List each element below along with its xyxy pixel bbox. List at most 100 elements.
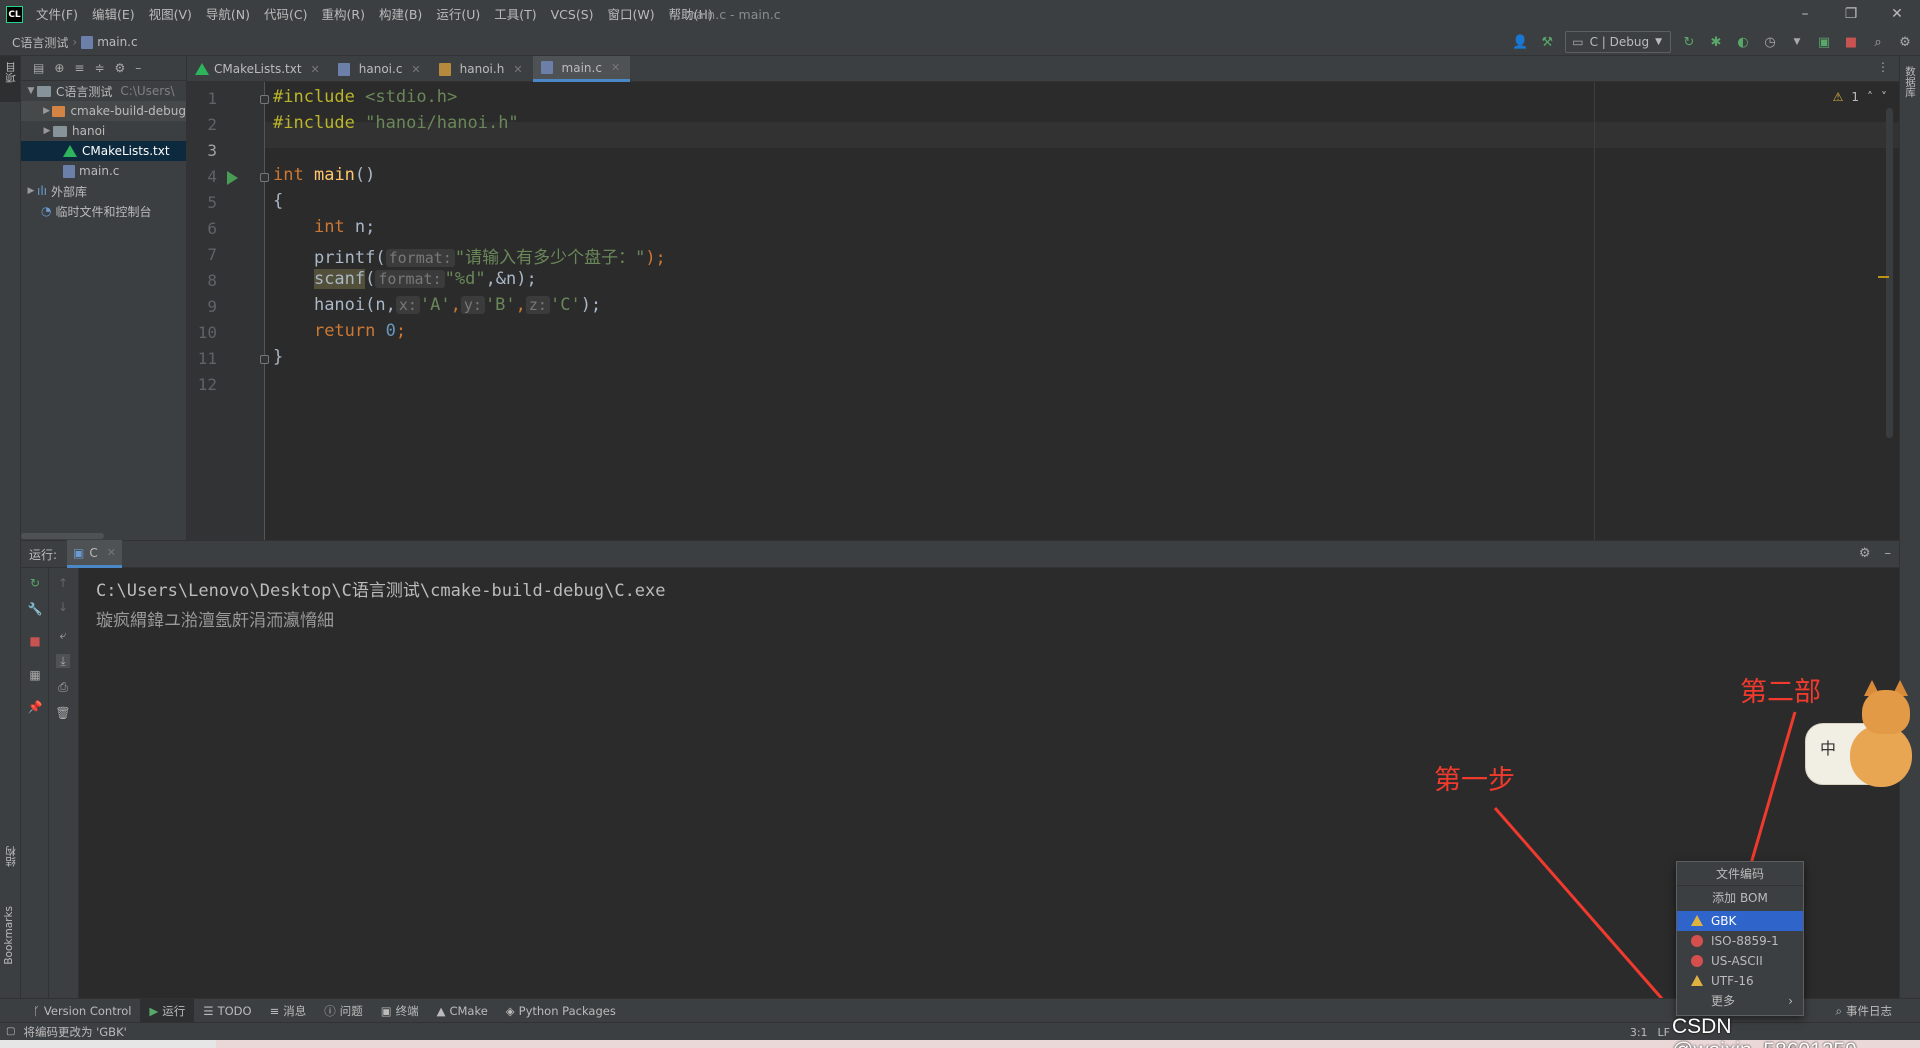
tree-item-scratches[interactable]: ◔ 临时文件和控制台 <box>21 201 186 221</box>
tree-item-cmakelists[interactable]: CMakeLists.txt <box>21 141 186 161</box>
attach-icon[interactable]: ▣ <box>1815 33 1833 51</box>
fold-marker-icon[interactable] <box>260 95 269 104</box>
search-icon[interactable]: ⌕ <box>1869 33 1887 51</box>
chevron-down-icon[interactable]: ˅ <box>1881 90 1887 104</box>
inspection-widget[interactable]: ⚠ 1 ˄ ˅ <box>1833 90 1887 104</box>
menu-edit[interactable]: 编辑(E) <box>85 0 142 29</box>
warning-stripe-marker[interactable] <box>1878 276 1889 278</box>
debug-bug-icon[interactable]: ✱ <box>1707 33 1725 51</box>
rerun-icon[interactable]: ↻ <box>28 576 42 590</box>
database-tool-label[interactable]: 数据库 <box>1903 66 1918 98</box>
run-configuration-select[interactable]: ▭ C | Debug ▼ <box>1565 31 1671 53</box>
menu-vcs[interactable]: VCS(S) <box>544 0 601 29</box>
hide-icon[interactable]: – <box>135 61 141 75</box>
chevron-right-icon[interactable]: ▶ <box>41 106 52 116</box>
close-icon[interactable]: ✕ <box>411 63 420 76</box>
menu-navigate[interactable]: 导航(N) <box>199 0 257 29</box>
encoding-option-utf-16[interactable]: UTF-16 <box>1677 971 1803 991</box>
tool-terminal[interactable]: ▣ 终端 <box>372 999 428 1023</box>
tool-run[interactable]: ▶ 运行 <box>140 998 195 1023</box>
tool-todo[interactable]: ☰ TODO <box>194 999 260 1023</box>
tab-cmakelists[interactable]: CMakeLists.txt ✕ <box>187 56 330 82</box>
menu-build[interactable]: 构建(B) <box>372 0 429 29</box>
arrow-down-icon[interactable]: ↓ <box>56 600 70 614</box>
chevron-right-icon[interactable]: ▶ <box>41 126 53 136</box>
project-tool-label[interactable]: 项目 <box>3 62 18 83</box>
stop-icon[interactable]: ■ <box>28 634 42 648</box>
fold-marker-icon[interactable] <box>260 173 269 182</box>
view-select-icon[interactable]: ▤ <box>33 61 44 75</box>
encoding-more-option[interactable]: 更多 › <box>1677 991 1803 1011</box>
print-icon[interactable]: ⎙ <box>56 680 70 694</box>
editor-vertical-scrollbar[interactable] <box>1886 108 1893 438</box>
pin-icon[interactable]: 📌 <box>28 700 43 714</box>
line-separator[interactable]: LF <box>1658 1026 1670 1039</box>
status-toggle-icon[interactable]: ▢ <box>6 1026 15 1037</box>
encoding-option-iso-8859-1[interactable]: ISO-8859-1 <box>1677 931 1803 951</box>
chevron-up-icon[interactable]: ˄ <box>1867 90 1873 104</box>
tool-problems[interactable]: ⓘ 问题 <box>315 999 372 1023</box>
tree-item-cmake-build-debug[interactable]: ▶ cmake-build-debug <box>21 101 186 121</box>
menu-window[interactable]: 窗口(W) <box>601 0 662 29</box>
menu-file[interactable]: 文件(F) <box>29 0 85 29</box>
coverage-icon[interactable]: ◐ <box>1734 33 1752 51</box>
breadcrumb-project[interactable]: C语言测试 <box>12 34 68 51</box>
stop-icon[interactable]: ■ <box>1842 33 1860 51</box>
chevron-right-icon[interactable]: ▶ <box>25 186 37 196</box>
tree-item-main-c[interactable]: main.c <box>21 161 186 181</box>
tab-hanoi-c[interactable]: hanoi.c ✕ <box>330 56 431 82</box>
menu-code[interactable]: 代码(C) <box>257 0 314 29</box>
tree-item-hanoi[interactable]: ▶ hanoi <box>21 121 186 141</box>
user-icon[interactable]: 👤 <box>1511 33 1529 51</box>
menu-view[interactable]: 视图(V) <box>142 0 199 29</box>
expand-all-icon[interactable]: ≡ <box>74 61 84 75</box>
menu-run[interactable]: 运行(U) <box>429 0 487 29</box>
breadcrumb-file[interactable]: main.c <box>97 35 137 49</box>
fold-marker-icon[interactable] <box>260 355 269 364</box>
tool-messages[interactable]: ≡ 消息 <box>261 999 316 1023</box>
more-tabs-icon[interactable]: ⋮ <box>1877 60 1889 74</box>
tab-main-c[interactable]: main.c ✕ <box>532 56 631 82</box>
caret-position[interactable]: 3:1 <box>1630 1026 1648 1039</box>
tree-item-root[interactable]: ▼ C语言测试 C:\Users\ <box>21 81 186 101</box>
encoding-option-gbk[interactable]: GBK <box>1677 911 1803 931</box>
options-gear-icon[interactable]: ⚙ <box>115 61 126 75</box>
tool-cmake[interactable]: ▲ CMake <box>428 999 497 1023</box>
trash-icon[interactable]: 🗑 <box>55 706 70 720</box>
arrow-up-icon[interactable]: ↑ <box>56 576 70 590</box>
tree-item-external-libraries[interactable]: ▶ ılı 外部库 <box>21 181 186 201</box>
run-tab-c[interactable]: ▣ C ✕ <box>67 540 122 568</box>
close-icon[interactable]: ✕ <box>611 61 620 74</box>
project-horizontal-scrollbar[interactable] <box>21 533 104 539</box>
chevron-down-icon[interactable]: ▼ <box>25 86 37 96</box>
menu-refactor[interactable]: 重构(R) <box>315 0 372 29</box>
tool-version-control[interactable]: ᚴ Version Control <box>24 999 140 1023</box>
run-main-play-icon[interactable] <box>227 171 238 185</box>
structure-tool-label[interactable]: 结构 <box>3 846 18 867</box>
minimize-icon[interactable]: – <box>1782 0 1828 29</box>
build-hammer-icon[interactable]: ⚒ <box>1538 33 1556 51</box>
settings-gear-icon[interactable]: ⚙ <box>1859 546 1871 561</box>
restore-icon[interactable]: ❐ <box>1828 0 1874 29</box>
close-window-icon[interactable]: ✕ <box>1874 0 1920 29</box>
menu-tools[interactable]: 工具(T) <box>487 0 543 29</box>
soft-wrap-icon[interactable]: ⤶ <box>56 628 70 642</box>
tool-python-packages[interactable]: ◈ Python Packages <box>497 999 625 1023</box>
scroll-to-end-icon[interactable]: ⤓ <box>56 654 70 668</box>
close-icon[interactable]: ✕ <box>107 546 116 559</box>
wrench-icon[interactable]: 🔧 <box>28 602 43 616</box>
layout-icon[interactable]: ▦ <box>28 668 42 682</box>
tab-hanoi-h[interactable]: hanoi.h ✕ <box>431 56 533 82</box>
locate-icon[interactable]: ⊕ <box>54 61 64 75</box>
run-console[interactable]: C:\Users\Lenovo\Desktop\C语言测试\cmake-buil… <box>79 568 1899 998</box>
more-run-icon[interactable]: ▼ <box>1788 33 1806 51</box>
close-icon[interactable]: ✕ <box>513 63 522 76</box>
close-icon[interactable]: ✕ <box>311 63 320 76</box>
settings-gear-icon[interactable]: ⚙ <box>1896 33 1914 51</box>
code-editor[interactable]: 1 2 3 4 5 6 7 8 9 10 11 12 #include <std… <box>187 82 1899 540</box>
collapse-all-icon[interactable]: ≑ <box>94 61 104 75</box>
profiler-icon[interactable]: ◷ <box>1761 33 1779 51</box>
add-bom-option[interactable]: 添加 BOM <box>1677 886 1803 911</box>
bookmarks-tool-label[interactable]: Bookmarks <box>3 906 15 965</box>
hide-icon[interactable]: – <box>1885 546 1892 561</box>
